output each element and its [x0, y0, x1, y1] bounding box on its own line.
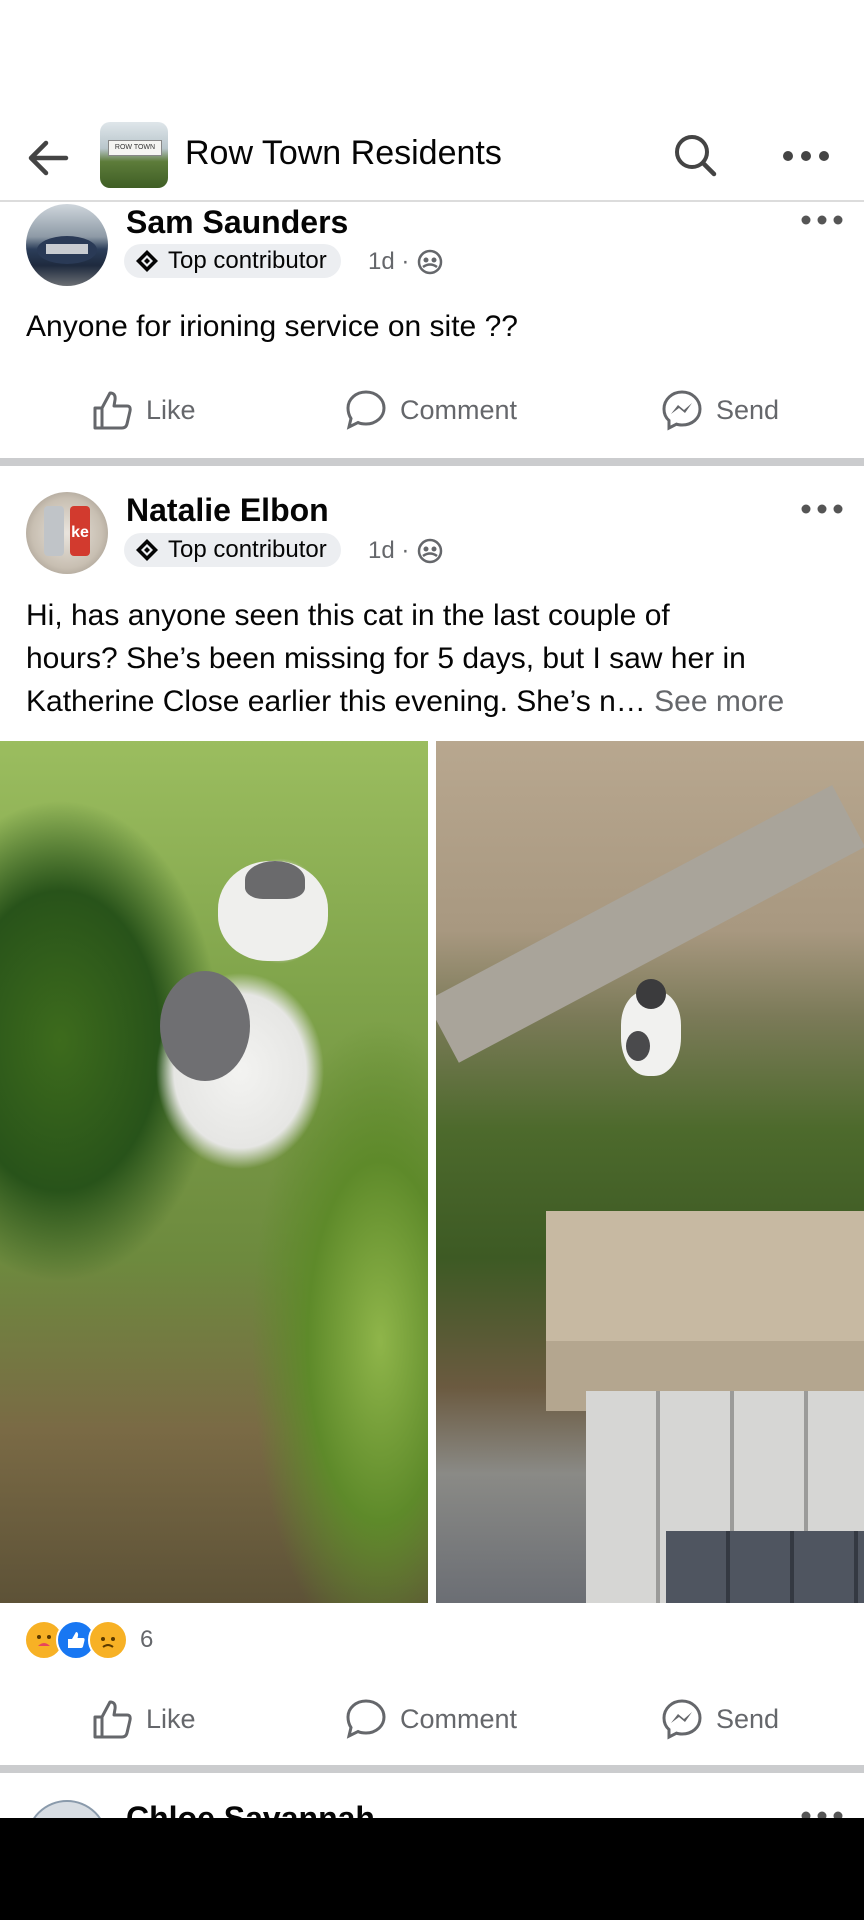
sleeper-plank	[546, 1211, 864, 1341]
cat-head-patch	[245, 861, 305, 899]
post-author-name[interactable]: Sam Saunders	[126, 204, 348, 241]
avatar[interactable]	[26, 204, 108, 286]
group-title[interactable]: Row Town Residents	[185, 134, 502, 173]
cat-patch	[636, 979, 666, 1009]
cat-photo-left[interactable]	[0, 741, 428, 1603]
comment-button[interactable]: Comment	[344, 388, 517, 432]
post-author-name[interactable]: Natalie Elbon	[126, 492, 329, 529]
group-audience-icon	[418, 538, 443, 564]
svg-text:ke: ke	[71, 524, 89, 541]
like-button[interactable]: Like	[90, 1697, 196, 1741]
post-options-icon[interactable]	[800, 212, 844, 228]
post-meta: 1d ·	[368, 248, 443, 276]
post-text: Hi, has anyone seen this cat in the last…	[26, 594, 856, 723]
group-cover-thumbnail[interactable]: ROW TOWN	[100, 122, 168, 188]
post-time: 1d ·	[368, 537, 410, 564]
cat-patch	[626, 1031, 650, 1061]
post-separator	[0, 1765, 864, 1773]
back-arrow-icon[interactable]	[22, 132, 74, 184]
post-options-icon[interactable]	[800, 501, 844, 517]
send-button[interactable]: Send	[660, 388, 779, 432]
top-contributor-badge: Top contributor	[124, 533, 341, 567]
messenger-icon	[662, 1699, 702, 1740]
system-navigation-bar	[0, 1818, 864, 1920]
messenger-icon	[662, 390, 702, 431]
reaction-count: 6	[140, 1626, 154, 1653]
like-label: Like	[146, 1703, 196, 1734]
comment-label: Comment	[400, 1703, 518, 1734]
send-label: Send	[716, 1703, 780, 1734]
comment-button[interactable]: Comment	[344, 1697, 517, 1741]
post-text-line: Katherine Close earlier this evening. Sh…	[26, 680, 856, 723]
like-label: Like	[146, 394, 196, 425]
comment-icon	[346, 1699, 386, 1739]
post-text-line: hours? She’s been missing for 5 days, bu…	[26, 642, 746, 675]
paving-dark	[666, 1531, 864, 1603]
post-text: Anyone for irioning service on site ??	[26, 310, 518, 343]
post-text-truncated: Katherine Close earlier this evening. Sh…	[26, 685, 646, 718]
like-icon	[93, 391, 132, 430]
status-bar	[0, 0, 864, 118]
comment-icon	[346, 390, 386, 430]
like-button[interactable]: Like	[90, 388, 196, 432]
post-meta: 1d ·	[368, 537, 443, 565]
see-more-link[interactable]: See more	[654, 685, 784, 718]
top-contributor-badge: Top contributor	[124, 244, 341, 278]
badge-label: Top contributor	[168, 247, 327, 274]
group-audience-icon	[418, 249, 443, 275]
cat-photo-right[interactable]	[436, 741, 864, 1603]
group-sign: ROW TOWN	[108, 140, 162, 156]
comment-label: Comment	[400, 394, 518, 425]
send-button[interactable]: Send	[660, 1697, 779, 1741]
post-text-line: Hi, has anyone seen this cat in the last…	[26, 599, 670, 632]
post-separator	[0, 458, 864, 466]
cat-grey-patch	[160, 971, 250, 1081]
sad-reaction-icon	[88, 1620, 128, 1660]
more-options-icon[interactable]	[780, 138, 832, 174]
like-icon	[93, 1700, 132, 1739]
send-label: Send	[716, 394, 780, 425]
search-icon[interactable]	[670, 130, 722, 182]
avatar[interactable]: ke	[26, 492, 108, 574]
contributor-diamond-icon	[136, 539, 158, 561]
reaction-summary[interactable]: 6	[24, 1620, 153, 1660]
contributor-diamond-icon	[136, 250, 158, 272]
post-time: 1d ·	[368, 248, 410, 275]
badge-label: Top contributor	[168, 536, 327, 563]
